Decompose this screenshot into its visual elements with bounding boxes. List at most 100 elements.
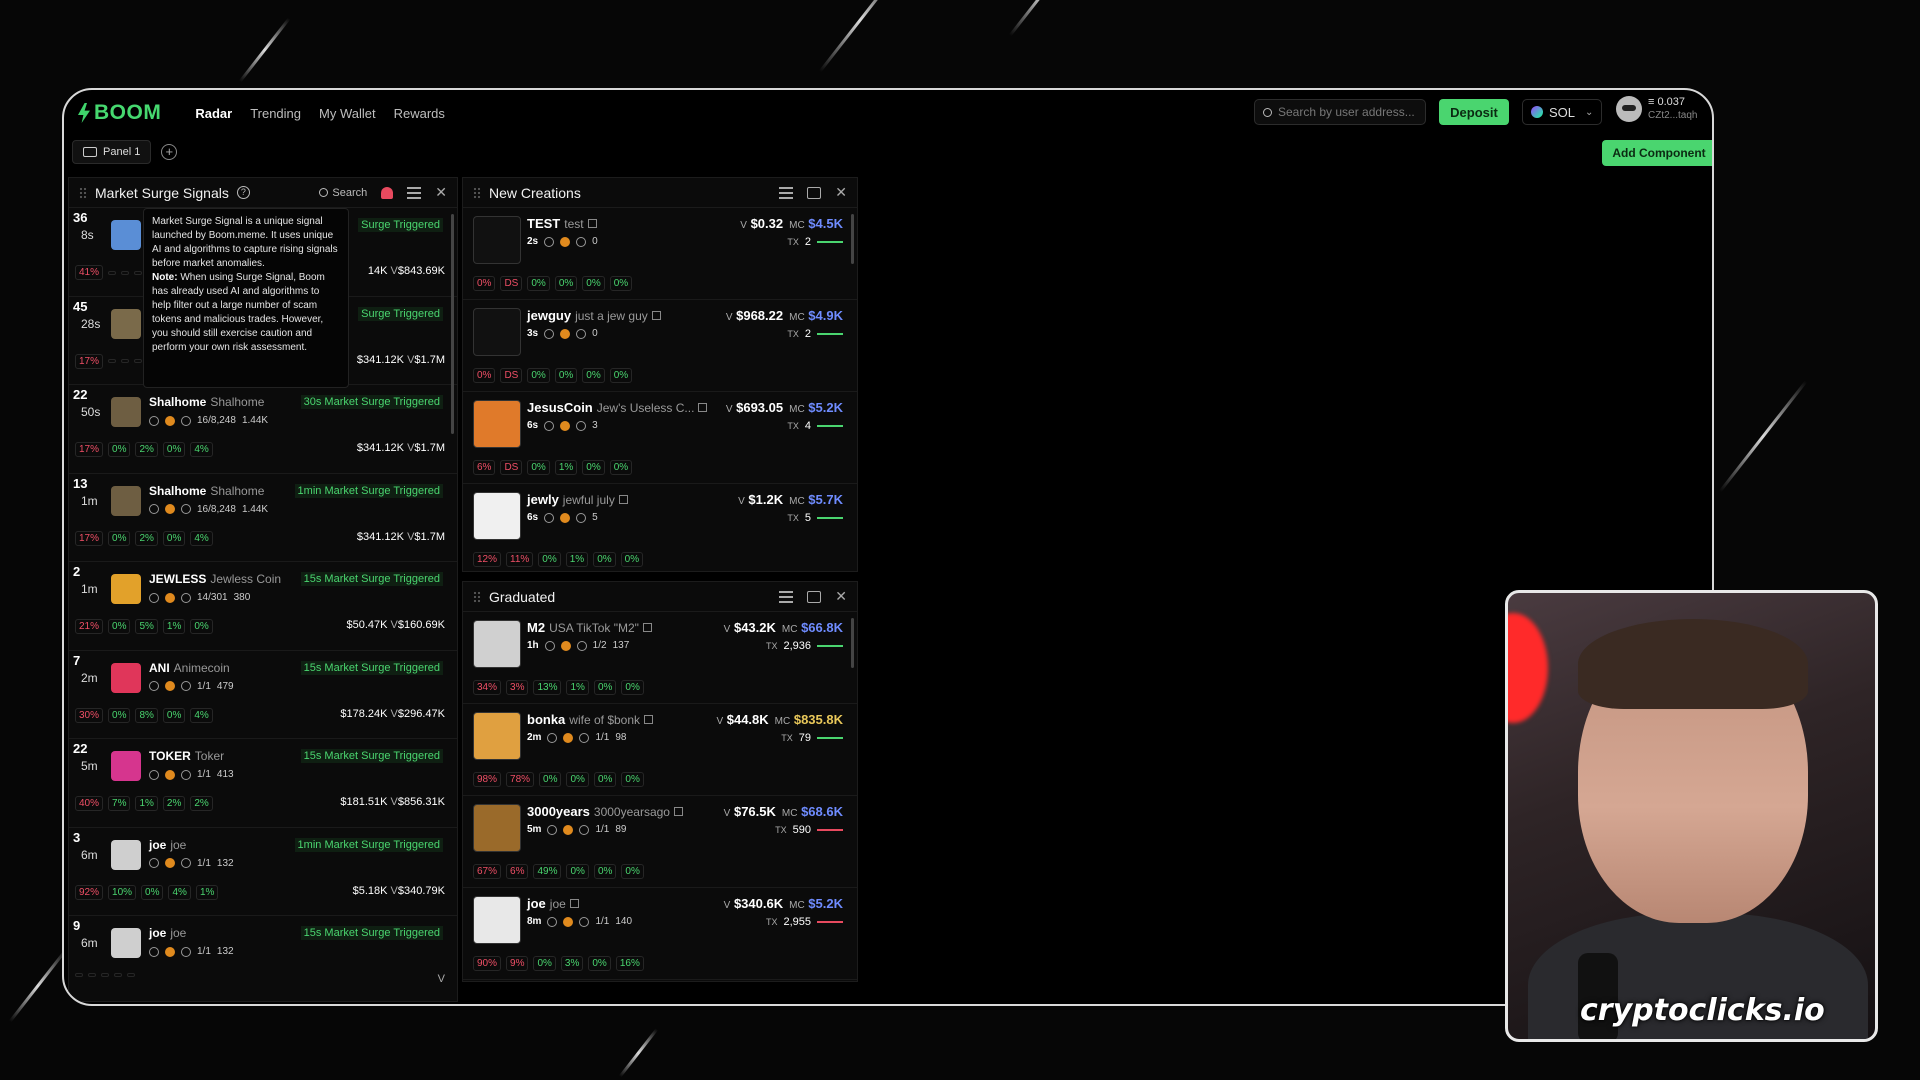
search-icon[interactable] xyxy=(181,681,191,691)
signal-row[interactable]: 9 6m joe joe 15s Market Surge Triggered 1/1 13… xyxy=(69,916,457,1001)
search-input[interactable]: Search by user address... xyxy=(1254,99,1426,125)
search-icon[interactable] xyxy=(181,858,191,868)
token-name[interactable]: joe joe xyxy=(149,926,186,940)
token-name[interactable]: joe joe xyxy=(527,896,579,911)
token-row[interactable]: M2 USA TikTok "M2" 1h 1/2 137 V $43.2K MC $66.… xyxy=(463,612,857,704)
token-row[interactable]: jewguy just a jew guy 3s 0 V $968.22 MC $4.9K… xyxy=(463,300,857,392)
token-name[interactable]: TOKER Toker xyxy=(149,749,224,763)
token-name[interactable]: Shalhome Shalhome xyxy=(149,395,264,409)
token-image[interactable] xyxy=(111,574,141,604)
token-name[interactable]: ANI Animecoin xyxy=(149,661,230,675)
add-component-button[interactable]: Add Component xyxy=(1602,140,1712,166)
token-symbol: Shalhome xyxy=(149,483,207,498)
scrollbar[interactable] xyxy=(851,618,854,668)
nav-trending[interactable]: Trending xyxy=(250,106,301,121)
signal-row[interactable]: 7 2m ANI Animecoin 15s Market Surge Triggere… xyxy=(69,651,457,739)
alert-bell-icon[interactable] xyxy=(381,186,394,199)
info-icon[interactable]: ? xyxy=(236,186,250,199)
signal-row[interactable]: 22 5m TOKER Toker 15s Market Surge Triggered… xyxy=(69,739,457,828)
search-icon[interactable] xyxy=(576,420,587,431)
close-icon[interactable]: ✕ xyxy=(835,588,847,605)
filter-icon[interactable] xyxy=(407,186,422,199)
search-icon[interactable] xyxy=(576,640,587,651)
token-row[interactable]: bonka wife of $bonk 2m 1/1 98 V $44.8K MC $835… xyxy=(463,704,857,796)
copy-icon[interactable] xyxy=(618,495,628,504)
token-name[interactable]: JEWLESS Jewless Coin xyxy=(149,572,281,586)
search-icon[interactable] xyxy=(579,824,590,835)
copy-icon[interactable] xyxy=(569,899,579,908)
display-icon[interactable] xyxy=(807,590,822,603)
signal-row[interactable]: 3 6m joe joe 1min Market Surge Triggered 1/1 1… xyxy=(69,828,457,916)
copy-icon[interactable] xyxy=(698,403,708,412)
panel-tab[interactable]: Panel 1 xyxy=(72,140,152,164)
token-image[interactable] xyxy=(473,216,521,264)
search-icon[interactable] xyxy=(579,916,590,927)
token-name[interactable]: joe joe xyxy=(149,838,186,852)
drag-handle-icon[interactable] xyxy=(473,590,481,603)
copy-icon[interactable] xyxy=(673,807,683,816)
token-image[interactable] xyxy=(473,804,521,852)
token-name[interactable]: TEST test xyxy=(527,216,597,231)
token-image[interactable] xyxy=(473,712,521,760)
token-image[interactable] xyxy=(111,220,141,250)
close-icon[interactable]: ✕ xyxy=(435,184,447,201)
filter-icon[interactable] xyxy=(779,590,794,603)
signal-row[interactable]: 22 50s Shalhome Shalhome 30s Market Surge Tr… xyxy=(69,385,457,474)
token-name[interactable]: bonka wife of $bonk xyxy=(527,712,654,727)
search-icon[interactable] xyxy=(181,769,191,780)
token-name[interactable]: JesusCoin Jew's Useless C... xyxy=(527,400,708,415)
token-image[interactable] xyxy=(473,308,521,356)
display-icon[interactable] xyxy=(807,186,822,199)
token-image[interactable] xyxy=(473,896,521,944)
token-row[interactable]: joe joe 8m 1/1 140 V $340.6K MC $5.2K TX 2,955 90… xyxy=(463,888,857,980)
search-icon[interactable] xyxy=(181,504,191,514)
token-image[interactable] xyxy=(473,492,521,540)
token-image[interactable] xyxy=(111,485,141,516)
filter-icon[interactable] xyxy=(779,186,794,199)
search-icon[interactable] xyxy=(576,328,587,339)
token-image[interactable] xyxy=(111,397,141,427)
copy-icon[interactable] xyxy=(644,715,654,724)
search-icon[interactable] xyxy=(181,415,191,426)
token-image[interactable] xyxy=(473,400,521,448)
token-image[interactable] xyxy=(111,928,141,958)
token-image[interactable] xyxy=(111,308,141,339)
token-image[interactable] xyxy=(111,662,141,693)
drag-handle-icon[interactable] xyxy=(79,186,87,199)
nav-radar[interactable]: Radar xyxy=(195,106,232,121)
panel-search-button[interactable]: Search xyxy=(319,187,367,199)
close-icon[interactable]: ✕ xyxy=(835,184,847,201)
token-image[interactable] xyxy=(111,751,141,781)
signal-row[interactable]: 13 1m Shalhome Shalhome 1min Market Surge Tr… xyxy=(69,474,457,562)
token-image[interactable] xyxy=(111,839,141,870)
token-row[interactable]: JesusCoin Jew's Useless C... 6s 3 V $693.05 M… xyxy=(463,392,857,484)
copy-icon[interactable] xyxy=(587,219,597,228)
search-icon[interactable] xyxy=(576,236,587,247)
token-name[interactable]: Shalhome Shalhome xyxy=(149,484,264,498)
account-menu[interactable]: ≡ 0.037 CZt2...taqh xyxy=(1616,96,1697,122)
token-name[interactable]: jewguy just a jew guy xyxy=(527,308,661,323)
search-icon[interactable] xyxy=(181,946,191,957)
token-name[interactable]: jewly jewful july xyxy=(527,492,628,507)
search-icon[interactable] xyxy=(576,512,587,523)
token-name[interactable]: M2 USA TikTok "M2" xyxy=(527,620,652,635)
deposit-button[interactable]: Deposit xyxy=(1439,99,1509,125)
token-row[interactable]: TEST test 2s 0 V $0.32 MC $4.5K TX 2 0% DS 0% 0% 0% 0… xyxy=(463,208,857,300)
nav-rewards[interactable]: Rewards xyxy=(394,106,445,121)
token-row[interactable]: jewly jewful july 6s 5 V $1.2K MC $5.7K TX 5 12%… xyxy=(463,484,857,571)
token-row[interactable]: 3000years 3000yearsago 5m 1/1 89 V $76.5K MC $… xyxy=(463,796,857,888)
search-icon[interactable] xyxy=(181,592,191,603)
logo[interactable]: BOOM xyxy=(78,101,161,125)
copy-icon[interactable] xyxy=(642,623,652,632)
drag-handle-icon[interactable] xyxy=(473,186,481,199)
scrollbar[interactable] xyxy=(451,214,454,434)
nav-my-wallet[interactable]: My Wallet xyxy=(319,106,376,121)
signal-row[interactable]: 2 1m JEWLESS Jewless Coin 15s Market Surge T… xyxy=(69,562,457,651)
chain-selector[interactable]: SOL ⌄ xyxy=(1522,99,1602,125)
token-name[interactable]: 3000years 3000yearsago xyxy=(527,804,683,819)
add-panel-icon[interactable]: + xyxy=(161,144,178,160)
scrollbar[interactable] xyxy=(851,214,854,264)
token-image[interactable] xyxy=(473,620,521,668)
copy-icon[interactable] xyxy=(651,311,661,320)
search-icon[interactable] xyxy=(579,732,590,743)
